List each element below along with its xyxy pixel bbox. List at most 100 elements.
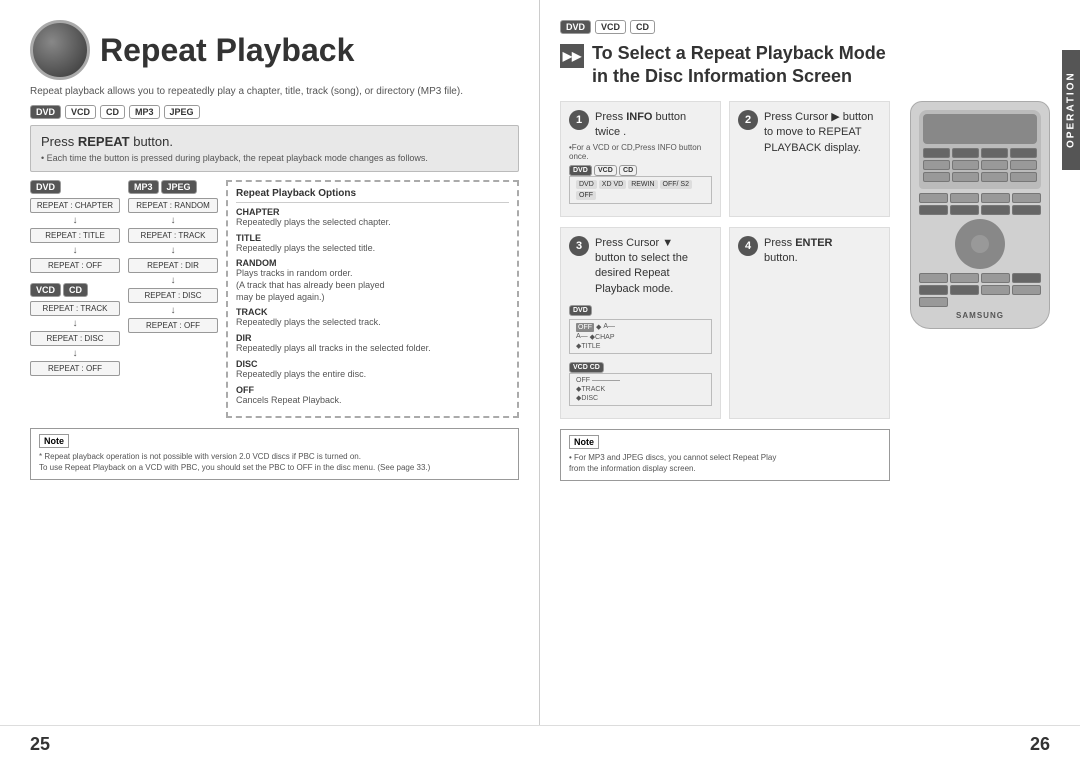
disp-dvd: DVD (576, 180, 597, 189)
remote-top-buttons (923, 148, 1037, 182)
right-note-text-1: • For MP3 and JPEG discs, you cannot sel… (569, 452, 881, 463)
section-title-line2: in the Disc Information Screen (592, 65, 886, 88)
remote-mid-buttons (919, 193, 1041, 215)
d-off: OFF (576, 323, 594, 332)
arrow2: ↓ (30, 246, 120, 256)
info-note: •For a VCD or CD,Press INFO button once. (569, 143, 712, 161)
option-random: RANDOM Plays tracks in random order.(A t… (236, 258, 509, 303)
rb-b4 (1012, 273, 1041, 283)
rb-b6 (950, 285, 979, 295)
arrow1: ↓ (30, 216, 120, 226)
remote-bottom-buttons (919, 273, 1041, 307)
rb7 (981, 160, 1008, 170)
step-1-text: Press INFO button twice . (595, 110, 712, 141)
options-area: DVD REPEAT : CHAPTER ↓ REPEAT : TITLE ↓ … (30, 180, 519, 418)
right-format-badges: DVD VCD CD (560, 20, 1060, 34)
option-dir: DIR Repeatedly plays all tracks in the s… (236, 333, 509, 355)
repeat-title: Press REPEAT button. (41, 134, 508, 149)
v-track: ◆TRACK (576, 385, 605, 393)
left-page: Repeat Playback Repeat playback allows y… (0, 0, 540, 725)
step-3-box: 3 Press Cursor ▼button to select thedesi… (560, 227, 721, 420)
left-page-number: 25 (30, 734, 50, 755)
dvd-repeat-column: DVD REPEAT : CHAPTER ↓ REPEAT : TITLE ↓ … (30, 180, 120, 418)
repeat-title-item: REPEAT : TITLE (30, 228, 120, 243)
rb2 (952, 148, 979, 158)
step-4-text: Press ENTERbutton. (764, 236, 832, 267)
repeat-track-vcd: REPEAT : TRACK (30, 301, 120, 316)
option-off: OFF Cancels Repeat Playback. (236, 385, 509, 407)
d-chap: ◆CHAP (590, 333, 615, 341)
vcd-cd-display-label: VCD CD (569, 362, 604, 373)
operation-sidebar: OPERATION (1062, 50, 1080, 170)
cd-disp-badge: CD (619, 165, 637, 176)
steps-row-1-2: 1 Press INFO button twice . •For a VCD o… (560, 101, 890, 217)
format-badges: DVD VCD CD MP3 JPEG (30, 105, 519, 119)
repeat-disc-mp3: REPEAT : DISC (128, 288, 218, 303)
repeat-button-section: Press REPEAT button. • Each time the but… (30, 125, 519, 172)
rb6 (952, 160, 979, 170)
step-2-box: 2 Press Cursor ▶ buttonto move to REPEAT… (729, 101, 890, 217)
jpeg-label: JPEG (161, 180, 197, 194)
rb-m7 (981, 205, 1010, 215)
repeat-disc-vcd: REPEAT : DISC (30, 331, 120, 346)
arrow7: ↓ (128, 276, 218, 286)
page-header: Repeat Playback (30, 20, 519, 80)
nav-center-button (971, 235, 989, 253)
page-numbers: 25 26 (0, 725, 1080, 763)
arrow6: ↓ (128, 246, 218, 256)
arrow8: ↓ (128, 306, 218, 316)
repeat-dir: REPEAT : DIR (128, 258, 218, 273)
rb-b5 (919, 285, 948, 295)
dvd-disp-badge: DVD (569, 165, 592, 176)
dvd-display-label: DVD (569, 305, 592, 316)
disp-vcd: XD VD (599, 180, 626, 189)
option-title: TITLE Repeatedly plays the selected titl… (236, 233, 509, 255)
note-text-1: * Repeat playback operation is not possi… (39, 451, 510, 462)
mp3-label: MP3 (128, 180, 159, 194)
step-2-number: 2 (738, 110, 758, 130)
step-1-box: 1 Press INFO button twice . •For a VCD o… (560, 101, 721, 217)
repeat-note: • Each time the button is pressed during… (41, 153, 508, 163)
right-page: DVD VCD CD ▶▶ To Select a Repeat Playbac… (540, 0, 1080, 725)
options-text-box: Repeat Playback Options CHAPTER Repeated… (226, 180, 519, 418)
rb-m5 (919, 205, 948, 215)
step-3-text: Press Cursor ▼button to select thedesire… (595, 236, 688, 298)
vcd-display-box: OFF ———— ◆TRACK ◆DISC (569, 373, 712, 406)
right-note-label: Note (569, 435, 599, 449)
d-achap: A— (603, 323, 615, 332)
right-note-text-2: from the information display screen. (569, 463, 881, 474)
rb-m2 (950, 193, 979, 203)
d-arrow1: ◆ (596, 323, 601, 332)
rb-m1 (919, 193, 948, 203)
right-badge-dvd: DVD (560, 20, 591, 34)
disp-off2: OFF (576, 191, 596, 200)
rb9 (923, 172, 950, 182)
d-a2: A— (576, 333, 588, 341)
rb-m6 (950, 205, 979, 215)
step-1-number: 1 (569, 110, 589, 130)
vcd-disp-badge: VCD (594, 165, 617, 176)
rb11 (981, 172, 1008, 182)
right-badge-cd: CD (630, 20, 655, 34)
section-icon: ▶▶ (560, 44, 584, 68)
rb1 (923, 148, 950, 158)
arrow3: ↓ (30, 319, 120, 329)
steps-row-3-4: 3 Press Cursor ▼button to select thedesi… (560, 227, 890, 420)
right-section-header: ▶▶ To Select a Repeat Playback Mode in t… (560, 42, 1060, 89)
main-content: 1 Press INFO button twice . •For a VCD o… (560, 101, 1060, 481)
vcd-label: VCD (30, 283, 61, 297)
dvd-label: DVD (30, 180, 61, 194)
repeat-off-vcd: REPEAT : OFF (30, 361, 120, 376)
step-3-number: 3 (569, 236, 589, 256)
page-title: Repeat Playback (100, 32, 354, 69)
rb-m4 (1012, 193, 1041, 203)
samsung-label: SAMSUNG (919, 311, 1041, 320)
rb12 (1010, 172, 1037, 182)
rb-b9 (919, 297, 948, 307)
rb-b3 (981, 273, 1010, 283)
remote-top (919, 110, 1041, 189)
step-4-number: 4 (738, 236, 758, 256)
badge-cd: CD (100, 105, 125, 119)
option-disc: DISC Repeatedly plays the entire disc. (236, 359, 509, 381)
rb-b2 (950, 273, 979, 283)
